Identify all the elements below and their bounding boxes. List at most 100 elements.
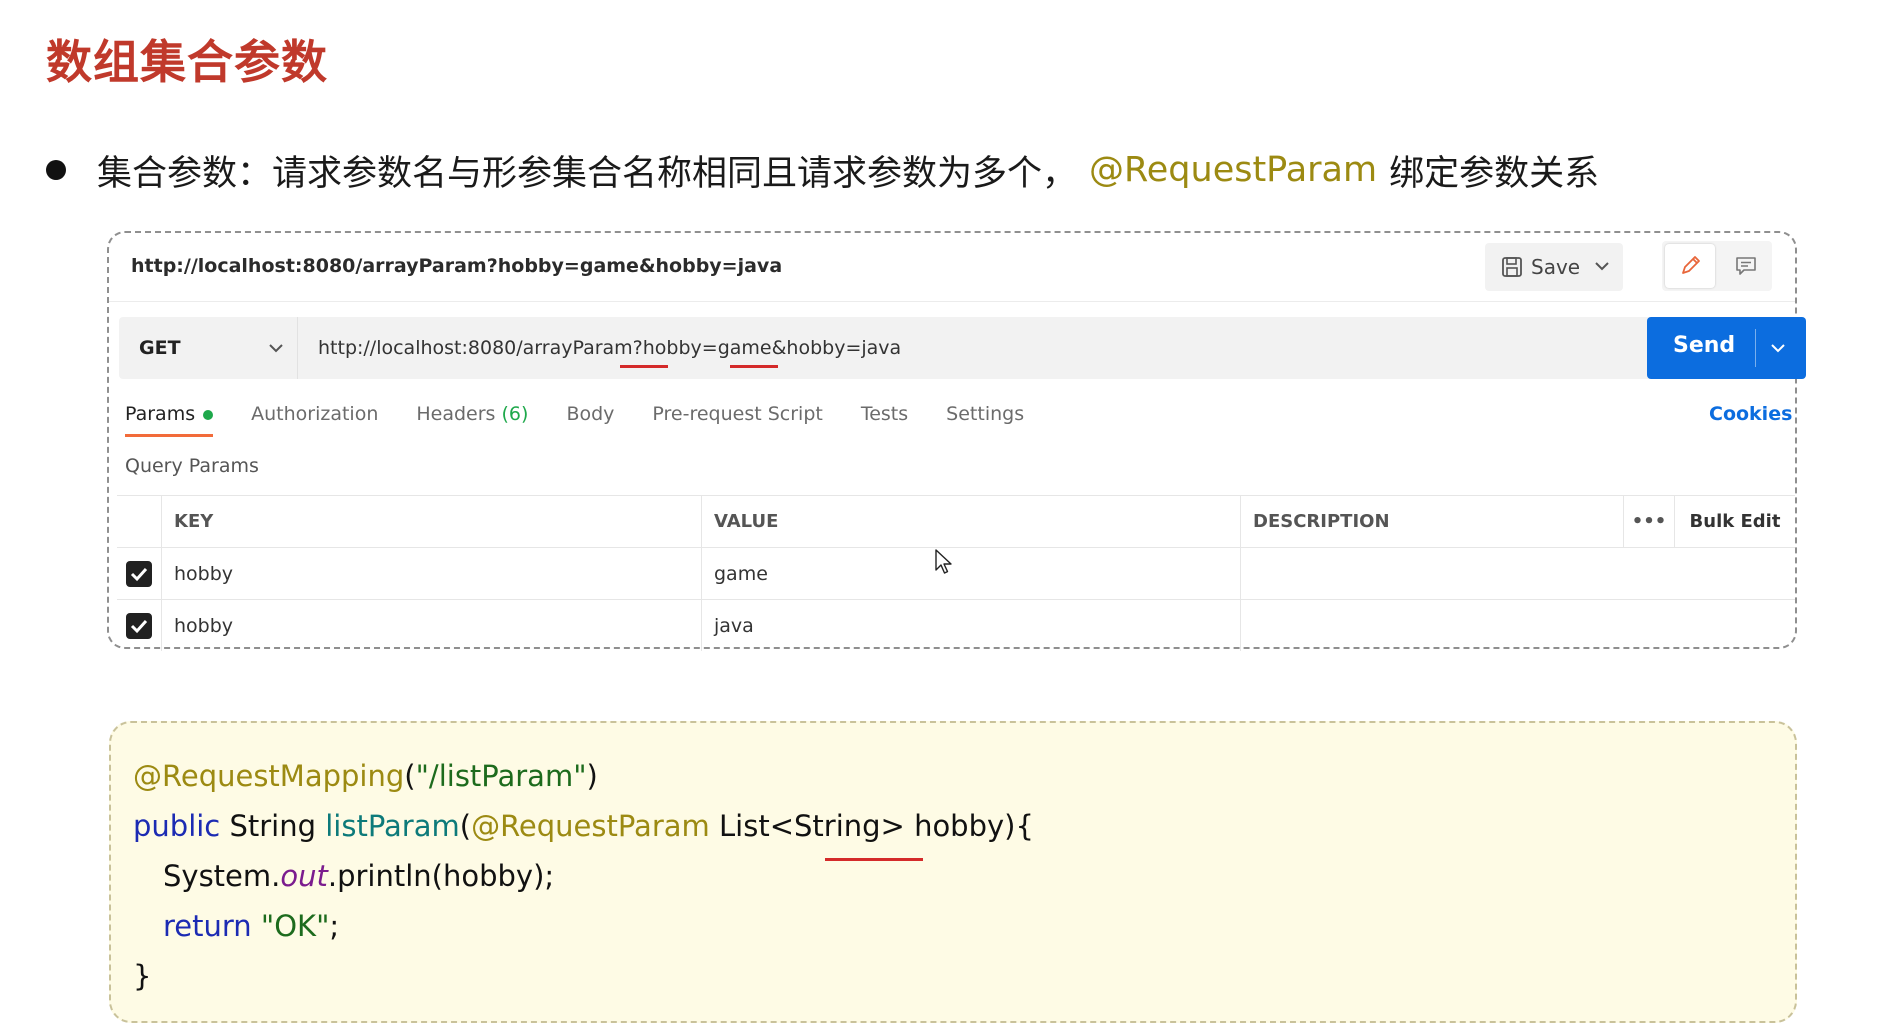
code-text: ( bbox=[404, 759, 416, 793]
edit-button[interactable] bbox=[1665, 244, 1715, 288]
method-select[interactable]: GET bbox=[119, 317, 298, 379]
cookies-link[interactable]: Cookies bbox=[1709, 403, 1792, 425]
param-description-cell[interactable] bbox=[1240, 599, 1795, 651]
code-method-name: listParam bbox=[325, 809, 460, 843]
query-params-table: KEY VALUE DESCRIPTION ••• Bulk Edit hobb… bbox=[117, 495, 1795, 651]
code-text: List<String> bbox=[709, 809, 915, 843]
code-text: .println(hobby); bbox=[327, 859, 555, 893]
topbar-divider bbox=[109, 301, 1795, 302]
postman-panel: http://localhost:8080/arrayParam?hobby=g… bbox=[107, 231, 1806, 651]
code-line: return "OK"; bbox=[163, 909, 339, 943]
save-icon bbox=[1502, 257, 1522, 277]
tab-authorization[interactable]: Authorization bbox=[251, 403, 378, 443]
tab-tests[interactable]: Tests bbox=[861, 403, 908, 443]
code-string: "/listParam" bbox=[415, 759, 587, 793]
code-line: public String listParam(@RequestParam Li… bbox=[133, 809, 1034, 843]
code-text: ) bbox=[586, 759, 598, 793]
table-row: hobby game bbox=[117, 547, 1795, 600]
headers-count: (6) bbox=[501, 403, 529, 425]
tab-body[interactable]: Body bbox=[566, 403, 614, 443]
bullet-dot-icon bbox=[46, 160, 66, 180]
code-string: "OK" bbox=[251, 909, 330, 943]
code-field: out bbox=[280, 859, 328, 893]
save-label: Save bbox=[1531, 255, 1581, 279]
send-label: Send bbox=[1673, 333, 1736, 358]
url-highlight-underline bbox=[620, 365, 668, 368]
url-text: http://localhost:8080/arrayParam?hobby=g… bbox=[318, 337, 902, 359]
bullet-text: 集合参数：请求参数名与形参集合名称相同且请求参数为多个， bbox=[97, 153, 1078, 194]
chevron-down-icon[interactable] bbox=[1593, 257, 1611, 275]
mouse-cursor-icon bbox=[935, 549, 952, 574]
checkmark-icon bbox=[130, 619, 148, 633]
code-text: ){ bbox=[1004, 809, 1034, 843]
url-highlight-underline bbox=[730, 365, 778, 368]
tab-headers[interactable]: Headers (6) bbox=[416, 403, 528, 443]
tab-label: Params bbox=[125, 403, 196, 425]
tab-settings[interactable]: Settings bbox=[946, 403, 1024, 443]
code-block: @RequestMapping("/listParam") public Str… bbox=[109, 721, 1797, 1023]
tab-label: Authorization bbox=[251, 403, 379, 425]
send-button[interactable]: Send bbox=[1647, 317, 1806, 379]
param-value-cell[interactable]: game bbox=[701, 547, 1241, 600]
bulk-edit-button[interactable]: Bulk Edit bbox=[1674, 495, 1795, 548]
column-header-key: KEY bbox=[161, 495, 702, 548]
send-divider bbox=[1755, 329, 1756, 367]
code-keyword: return bbox=[163, 909, 252, 943]
view-toggle-group bbox=[1662, 241, 1772, 291]
code-text: } bbox=[133, 959, 152, 993]
header-check-cell bbox=[117, 495, 162, 548]
column-header-description: DESCRIPTION bbox=[1240, 495, 1624, 548]
query-params-label: Query Params bbox=[125, 455, 259, 477]
tab-label: Settings bbox=[946, 403, 1025, 425]
code-annotation: @RequestParam bbox=[471, 809, 710, 843]
row-checkbox[interactable] bbox=[126, 612, 152, 639]
bullet-suffix: 绑定参数关系 bbox=[1389, 153, 1600, 194]
code-line: } bbox=[133, 959, 151, 993]
param-description-cell[interactable] bbox=[1240, 547, 1795, 600]
table-header-row: KEY VALUE DESCRIPTION ••• Bulk Edit bbox=[117, 495, 1795, 548]
params-status-dot bbox=[203, 409, 214, 420]
url-input[interactable]: http://localhost:8080/arrayParam?hobby=g… bbox=[298, 317, 1664, 379]
save-group: Save bbox=[1485, 243, 1623, 291]
code-text: System. bbox=[163, 859, 281, 893]
column-header-value: VALUE bbox=[701, 495, 1241, 548]
tab-label: Tests bbox=[860, 403, 909, 425]
comment-icon bbox=[1736, 257, 1756, 275]
tab-label: Pre-request Script bbox=[652, 403, 823, 425]
save-button[interactable]: Save bbox=[1485, 243, 1580, 291]
method-value: GET bbox=[139, 337, 181, 359]
bullet-annotation: @RequestParam bbox=[1089, 150, 1378, 190]
request-title[interactable]: http://localhost:8080/arrayParam?hobby=g… bbox=[131, 255, 782, 277]
row-checkbox-cell bbox=[117, 547, 162, 600]
table-row: hobby java bbox=[117, 599, 1795, 651]
request-tabs: Params Authorization Headers (6) Body Pr… bbox=[125, 403, 1062, 443]
code-param-name: hobby bbox=[914, 809, 1005, 843]
request-topbar: http://localhost:8080/arrayParam?hobby=g… bbox=[109, 233, 1795, 301]
active-tab-underline bbox=[125, 434, 214, 437]
comment-button[interactable] bbox=[1726, 244, 1766, 288]
more-options-icon[interactable]: ••• bbox=[1623, 495, 1675, 548]
param-value-cell[interactable]: java bbox=[701, 599, 1241, 651]
tab-pre-request-script[interactable]: Pre-request Script bbox=[652, 403, 822, 443]
code-annotation: @RequestMapping bbox=[133, 759, 405, 793]
code-text: String bbox=[220, 809, 326, 843]
param-key-cell[interactable]: hobby bbox=[161, 599, 702, 651]
row-checkbox[interactable] bbox=[126, 560, 152, 587]
code-highlight-underline bbox=[825, 858, 923, 861]
tab-label: Headers bbox=[416, 403, 496, 425]
slide-title: 数组集合参数 bbox=[46, 35, 328, 89]
tab-label: Body bbox=[566, 403, 615, 425]
chevron-down-icon[interactable] bbox=[1769, 339, 1787, 357]
code-text: ; bbox=[329, 909, 340, 943]
row-checkbox-cell bbox=[117, 599, 162, 651]
checkmark-icon bbox=[130, 567, 148, 581]
code-keyword: public bbox=[133, 809, 221, 843]
pencil-icon bbox=[1682, 256, 1700, 274]
bullet-point: 集合参数：请求参数名与形参集合名称相同且请求参数为多个， @RequestPar… bbox=[46, 144, 1599, 196]
chevron-down-icon bbox=[269, 344, 283, 353]
code-line: @RequestMapping("/listParam") bbox=[133, 759, 598, 793]
code-line: System.out.println(hobby); bbox=[163, 859, 554, 893]
param-key-cell[interactable]: hobby bbox=[161, 547, 702, 600]
tab-params[interactable]: Params bbox=[125, 403, 214, 443]
code-text: ( bbox=[459, 809, 472, 843]
